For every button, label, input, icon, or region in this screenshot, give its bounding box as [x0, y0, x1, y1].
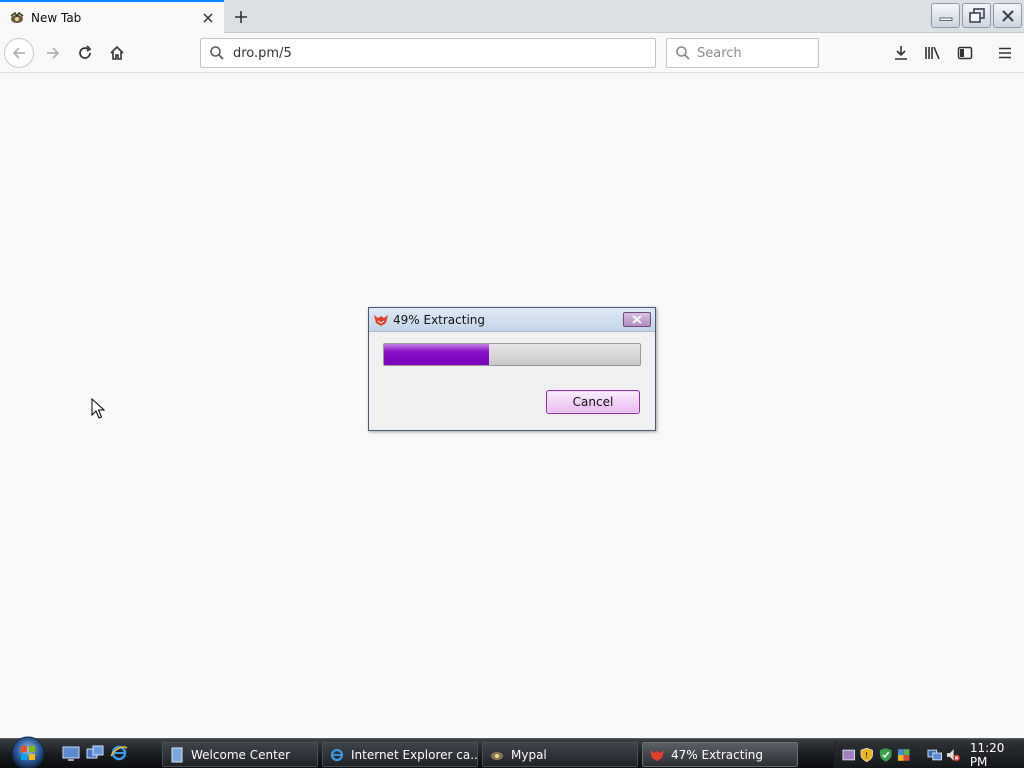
plus-icon: [235, 11, 247, 23]
fox-app-icon: [650, 749, 664, 761]
navigation-toolbar: dro.pm/5 Search: [0, 33, 1024, 73]
home-button[interactable]: [102, 38, 132, 68]
forward-button[interactable]: [38, 38, 68, 68]
restore-button[interactable]: [962, 3, 991, 28]
network-icon[interactable]: [927, 747, 942, 763]
forward-arrow-icon: [47, 47, 60, 59]
back-arrow-icon: [12, 47, 25, 59]
close-icon: [632, 315, 642, 324]
taskbar-item-welcome-center[interactable]: Welcome Center: [162, 742, 318, 767]
dialog-title: 49% Extracting: [393, 312, 486, 327]
minimize-icon: [939, 17, 952, 21]
tab-new-tab[interactable]: New Tab: [0, 0, 224, 33]
restore-icon: [968, 7, 985, 23]
url-text: dro.pm/5: [233, 45, 292, 61]
home-icon: [110, 45, 124, 60]
menu-button[interactable]: [990, 38, 1020, 68]
taskbar-item-label: Mypal: [511, 747, 547, 762]
fox-app-icon: [374, 314, 388, 326]
taskbar-item-label: Welcome Center: [191, 747, 291, 762]
dialog-close-button[interactable]: [623, 312, 651, 327]
cancel-button[interactable]: Cancel: [546, 390, 640, 414]
search-input[interactable]: Search: [666, 38, 819, 68]
taskbar-item-internet-explorer[interactable]: Internet Explorer ca...: [322, 742, 478, 767]
back-button[interactable]: [4, 38, 34, 68]
security-shield-icon[interactable]: !: [859, 747, 874, 763]
sidebar-button[interactable]: [950, 38, 980, 68]
menu-icon: [999, 47, 1011, 59]
tab-strip: New Tab: [0, 0, 1024, 33]
taskbar-item-label: 47% Extracting: [671, 747, 764, 762]
show-desktop-icon[interactable]: [62, 744, 80, 762]
progress-fill: [384, 344, 490, 365]
close-icon[interactable]: [196, 6, 220, 30]
internet-explorer-icon[interactable]: [110, 744, 128, 762]
search-placeholder: Search: [697, 45, 742, 61]
svg-text:!: !: [866, 750, 869, 759]
mypal-icon: [10, 11, 24, 23]
switch-windows-icon[interactable]: [86, 744, 104, 762]
internet-explorer-icon: [330, 748, 344, 761]
url-bar[interactable]: dro.pm/5: [200, 38, 656, 68]
close-window-button[interactable]: [993, 3, 1022, 28]
reload-button[interactable]: [70, 38, 100, 68]
volume-muted-icon[interactable]: [945, 747, 961, 763]
dialog-titlebar[interactable]: 49% Extracting: [369, 308, 655, 332]
system-clock[interactable]: 11:20 PM: [970, 741, 1024, 768]
mouse-cursor-icon: [91, 398, 105, 419]
taskbar-item-label: Internet Explorer ca...: [351, 747, 478, 762]
check-shield-icon[interactable]: [878, 747, 893, 763]
taskbar-item-mypal[interactable]: Mypal: [482, 742, 638, 767]
system-tray: ! 11:20 PM: [834, 741, 1024, 768]
extracting-dialog: 49% Extracting Cancel: [368, 307, 656, 431]
search-icon: [676, 46, 690, 60]
progress-bar: [383, 343, 641, 366]
search-icon: [210, 46, 224, 60]
reload-icon: [79, 45, 92, 59]
library-icon: [925, 46, 940, 60]
start-orb-icon[interactable]: [8, 735, 48, 768]
tray-app-icon[interactable]: [841, 747, 856, 763]
minimize-button[interactable]: [931, 3, 960, 28]
taskbar-item-extracting[interactable]: 47% Extracting: [642, 742, 798, 767]
downloads-button[interactable]: [886, 38, 916, 68]
sidebar-icon: [957, 46, 973, 60]
new-tab-button[interactable]: [228, 4, 254, 30]
close-icon: [1001, 9, 1014, 22]
taskbar: Welcome Center Internet Explorer ca... M…: [0, 735, 1024, 768]
download-icon: [895, 46, 907, 60]
tab-title: New Tab: [31, 10, 82, 25]
welcome-center-icon: [171, 747, 183, 762]
updates-icon[interactable]: [896, 747, 911, 763]
mypal-icon: [491, 751, 503, 760]
quick-launch: [62, 744, 128, 762]
library-button[interactable]: [918, 38, 948, 68]
window-controls: [931, 3, 1022, 28]
